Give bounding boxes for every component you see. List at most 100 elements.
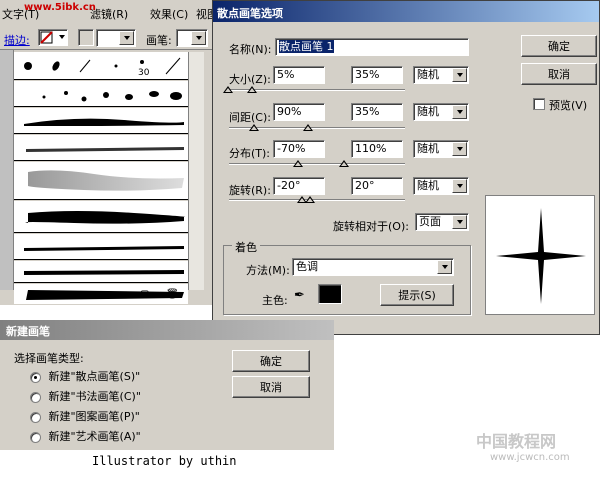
- key-color-label: 主色:: [262, 294, 288, 307]
- delete-brush-icon[interactable]: 🗑: [166, 289, 179, 300]
- brush-preview-box: [485, 195, 595, 315]
- site-watermark: www.5ibk.cn: [24, 2, 96, 13]
- scatter-dialog-title: 散点画笔选项: [217, 7, 283, 20]
- radio-art[interactable]: [30, 431, 41, 443]
- spacing-mode-value: 随机: [417, 105, 439, 118]
- size-min-input[interactable]: 5%: [273, 66, 325, 84]
- method-select[interactable]: 色调: [292, 258, 454, 276]
- scatter-min-input[interactable]: -70%: [273, 140, 325, 158]
- preview-label: 预览(V): [549, 99, 588, 112]
- stroke-label: 描边:: [4, 34, 30, 47]
- radio-calligraphic[interactable]: [30, 391, 41, 403]
- brush-type-option-scatter[interactable]: 新建"散点画笔(S)": [30, 368, 140, 384]
- preset-line-brush: [79, 59, 91, 73]
- radio-art-label: 新建"艺术画笔(A)": [48, 430, 141, 443]
- spacing-label: 间距(C):: [229, 111, 271, 124]
- four-point-star-icon: [496, 208, 586, 304]
- method-value: 色调: [296, 260, 318, 273]
- preset-dot-brush: [114, 64, 118, 68]
- spacing-min-input[interactable]: 90%: [273, 103, 325, 121]
- scatter-max-thumb[interactable]: [339, 160, 349, 167]
- brush-type-option-calligraphic[interactable]: 新建"书法画笔(C)": [30, 388, 141, 404]
- preview-checkbox[interactable]: [533, 98, 545, 110]
- rotation-slider-track[interactable]: [229, 199, 405, 201]
- new-brush-icon[interactable]: ▢: [140, 289, 149, 300]
- ok-button[interactable]: 确定: [521, 35, 597, 57]
- brush-row-ink-thin[interactable]: [14, 234, 188, 260]
- brush-row-dry-brush[interactable]: [14, 261, 188, 283]
- radio-scatter[interactable]: [30, 371, 41, 383]
- rotation-relative-value: 页面: [419, 215, 441, 228]
- brush-toolbar: 描边: 画笔:: [0, 24, 215, 50]
- spacing-max-thumb[interactable]: [303, 124, 313, 131]
- key-color-swatch[interactable]: [318, 284, 342, 304]
- scatter-slider-track[interactable]: [229, 163, 405, 165]
- name-input-value: 散点画笔 1: [279, 40, 334, 53]
- menu-item-effect[interactable]: 效果(C): [150, 6, 188, 22]
- size-max-input[interactable]: 35%: [351, 66, 403, 84]
- name-input[interactable]: 散点画笔 1: [275, 38, 469, 56]
- size-label: 大小(Z):: [229, 73, 271, 86]
- size-mode-value: 随机: [417, 68, 439, 81]
- rotation-min-input[interactable]: -20°: [273, 177, 325, 195]
- rotation-max-thumb[interactable]: [305, 196, 315, 203]
- scatter-max-input[interactable]: 110%: [351, 140, 403, 158]
- preset-round-brush: [24, 62, 32, 70]
- brush-type-prompt: 选择画笔类型:: [14, 352, 84, 365]
- brush-row-ink-thick[interactable]: [14, 201, 188, 233]
- size-mode-select[interactable]: 随机: [413, 66, 469, 84]
- radio-pattern[interactable]: [30, 411, 41, 423]
- spacing-max-input[interactable]: 35%: [351, 103, 403, 121]
- rotation-label: 旋转(R):: [229, 184, 271, 197]
- new-brush-dialog-titlebar[interactable]: 新建画笔: [0, 320, 334, 340]
- brush-row-charcoal-light[interactable]: [14, 135, 188, 161]
- brush-row-scatter-dots[interactable]: [14, 81, 188, 107]
- scatter-dialog-titlebar[interactable]: 散点画笔选项: [213, 1, 599, 22]
- name-label: 名称(N):: [229, 43, 272, 56]
- brush-options-icon[interactable]: ✎: [104, 289, 113, 302]
- rotation-mode-value: 随机: [417, 179, 439, 192]
- stroke-weight-stepper[interactable]: [78, 29, 94, 46]
- scatter-label: 分布(T):: [229, 147, 271, 160]
- rotation-relative-select[interactable]: 页面: [415, 213, 469, 231]
- spacing-mode-select[interactable]: 随机: [413, 103, 469, 121]
- tips-button[interactable]: 提示(S): [380, 284, 454, 306]
- preset-size-brush: [140, 60, 144, 64]
- preset-oval-brush: [52, 61, 60, 71]
- radio-scatter-label: 新建"散点画笔(S)": [48, 370, 141, 383]
- scatter-min-thumb[interactable]: [293, 160, 303, 167]
- size-max-thumb[interactable]: [247, 86, 257, 93]
- coloring-group: 着色 方法(M): 色调 主色: ✒ 提示(S): [223, 239, 471, 315]
- new-brush-dialog-title: 新建画笔: [6, 325, 50, 338]
- watermark-title: 中国教程网: [476, 432, 557, 451]
- stroke-weight-select[interactable]: [96, 29, 136, 47]
- palette-scrollbar[interactable]: [188, 52, 204, 290]
- stroke-color-swatch[interactable]: [38, 29, 68, 46]
- cancel-button[interactable]: 取消: [521, 63, 597, 85]
- brush-row-chalk[interactable]: [14, 162, 188, 200]
- brush-row-calligraphy[interactable]: [14, 108, 188, 134]
- rotation-relative-label: 旋转相对于(O):: [333, 220, 409, 233]
- brush-label: 画笔:: [146, 34, 172, 47]
- no-stroke-icon: [40, 31, 53, 44]
- eyedropper-icon[interactable]: ✒: [294, 288, 305, 303]
- brush-type-option-pattern[interactable]: 新建"图案画笔(P)": [30, 408, 140, 424]
- new-brush-cancel-button[interactable]: 取消: [232, 376, 310, 398]
- brush-type-option-art[interactable]: 新建"艺术画笔(A)": [30, 428, 141, 444]
- size-min-thumb[interactable]: [223, 86, 233, 93]
- scatter-mode-select[interactable]: 随机: [413, 140, 469, 158]
- rotation-mode-select[interactable]: 随机: [413, 177, 469, 195]
- rotation-max-input[interactable]: 20°: [351, 177, 403, 195]
- watermark-url: www.jcwcn.com: [490, 452, 570, 463]
- radio-calligraphic-label: 新建"书法画笔(C)": [48, 390, 141, 403]
- method-label: 方法(M):: [246, 264, 290, 277]
- spacing-min-thumb[interactable]: [249, 124, 259, 131]
- menubar: 文字(T) 滤镜(R) 效果(C) 视图 www.5ibk.cn: [0, 0, 218, 24]
- brush-presets-svg: [24, 57, 181, 75]
- brush-presets-row: 30: [14, 52, 188, 80]
- preset-size-label: 30: [138, 68, 150, 78]
- radio-pattern-label: 新建"图案画笔(P)": [48, 410, 140, 423]
- remove-brush-stroke-icon[interactable]: ✕: [82, 289, 91, 302]
- new-brush-ok-button[interactable]: 确定: [232, 350, 310, 372]
- brush-select[interactable]: [176, 29, 208, 47]
